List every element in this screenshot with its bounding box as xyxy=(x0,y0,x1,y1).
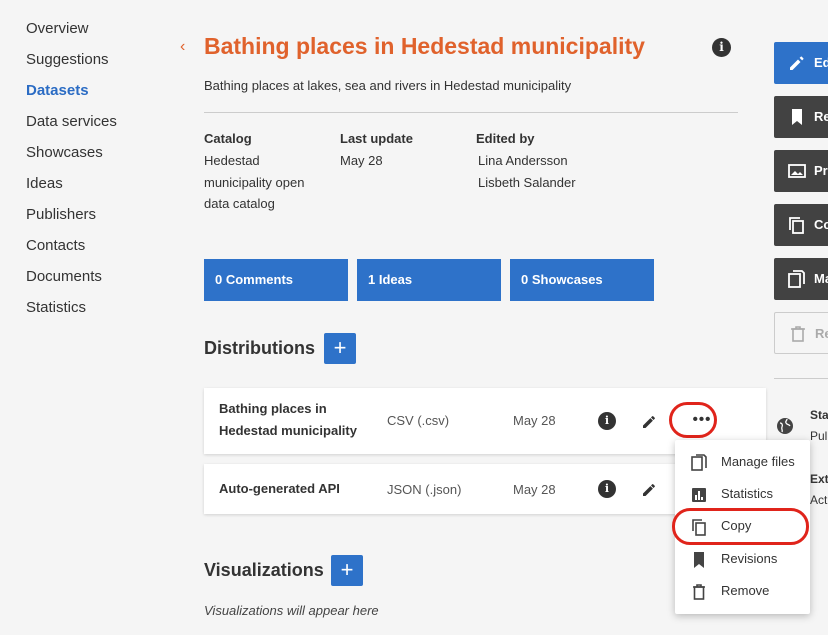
sidebar-item-contacts[interactable]: Contacts xyxy=(26,235,117,266)
distribution-format: JSON (.json) xyxy=(387,482,462,497)
visualizations-heading: Visualizations xyxy=(204,560,324,580)
last-update-value: May 28 xyxy=(340,153,383,168)
back-chevron-icon[interactable]: ‹ xyxy=(180,38,185,56)
distribution-date: May 28 xyxy=(513,482,556,497)
last-update-label: Last update xyxy=(340,131,413,146)
divider xyxy=(204,112,738,113)
dataset-description: Bathing places at lakes, sea and rivers … xyxy=(204,78,572,93)
sidebar-item-overview[interactable]: Overview xyxy=(26,18,117,49)
name-line: Bathing places in xyxy=(219,401,327,416)
menu-item-label: Remove xyxy=(721,583,770,598)
edit-button[interactable]: Ed xyxy=(774,42,828,84)
sidebar-nav: Overview Suggestions Datasets Data servi… xyxy=(26,18,117,328)
action-label: Re xyxy=(814,109,828,124)
distribution-format: CSV (.csv) xyxy=(387,413,450,428)
copy-button[interactable]: Co xyxy=(774,204,828,246)
preview-button[interactable]: Pr xyxy=(774,150,828,192)
menu-item-label: Revisions xyxy=(721,551,778,566)
menu-item-label: Manage files xyxy=(721,454,795,469)
sidebar-item-datasets[interactable]: Datasets xyxy=(26,80,117,111)
remove-button[interactable]: Re xyxy=(774,312,828,354)
name-line: Hedestad municipality xyxy=(219,423,357,438)
catalog-line: Hedestad xyxy=(204,153,260,168)
menu-item-remove[interactable]: Remove xyxy=(675,577,810,605)
add-visualization-button[interactable]: + xyxy=(331,555,363,586)
distribution-name: Bathing places in Hedestad municipality xyxy=(219,398,357,442)
pencil-icon[interactable] xyxy=(640,480,658,498)
sidebar-item-documents[interactable]: Documents xyxy=(26,266,117,297)
menu-item-statistics[interactable]: Statistics xyxy=(675,480,810,508)
files-icon xyxy=(691,454,707,472)
sidebar-item-showcases[interactable]: Showcases xyxy=(26,142,117,173)
pencil-icon[interactable] xyxy=(640,412,658,430)
editor-name: Lisbeth Salander xyxy=(478,174,576,190)
editor-name: Lina Andersson xyxy=(478,153,568,168)
bookmark-icon xyxy=(788,108,806,126)
visualizations-empty-text: Visualizations will appear here xyxy=(204,603,379,618)
distribution-name: Auto-generated API xyxy=(219,481,340,496)
sidebar-item-publishers[interactable]: Publishers xyxy=(26,204,117,235)
highlight-ring xyxy=(672,508,809,545)
highlight-ring xyxy=(669,402,717,438)
catalog-label: Catalog xyxy=(204,131,252,146)
showcases-tile[interactable]: 0 Showcases xyxy=(510,259,654,301)
catalog-line: municipality open xyxy=(204,174,305,190)
info-icon[interactable]: i xyxy=(712,38,731,57)
menu-item-manage-files[interactable]: Manage files xyxy=(675,448,810,476)
sidebar-item-data-services[interactable]: Data services xyxy=(26,111,117,142)
catalog-value[interactable]: Hedestad municipality open data catalog xyxy=(204,150,304,215)
divider xyxy=(774,378,828,379)
menu-item-label: Statistics xyxy=(721,486,774,501)
copy-icon xyxy=(788,216,806,234)
ideas-tile[interactable]: 1 Ideas xyxy=(357,259,501,301)
pencil-icon xyxy=(788,54,806,72)
status-value: Pul xyxy=(810,429,828,443)
extent-label: Ext xyxy=(810,472,828,486)
globe-icon xyxy=(776,417,794,435)
bar-chart-icon xyxy=(691,486,707,504)
sidebar-item-suggestions[interactable]: Suggestions xyxy=(26,49,117,80)
info-icon[interactable]: i xyxy=(598,412,616,430)
action-label: Ed xyxy=(814,55,828,70)
menu-item-revisions[interactable]: Revisions xyxy=(675,545,810,573)
add-distribution-button[interactable]: + xyxy=(324,333,356,364)
page-title: Bathing places in Hedestad municipality xyxy=(204,33,645,59)
files-icon xyxy=(788,270,806,288)
trash-icon xyxy=(789,325,807,343)
sidebar-item-ideas[interactable]: Ideas xyxy=(26,173,117,204)
action-label: Ma xyxy=(814,271,828,286)
action-label: Re xyxy=(815,326,828,341)
revisions-button[interactable]: Re xyxy=(774,96,828,138)
trash-icon xyxy=(691,583,707,601)
manage-button[interactable]: Ma xyxy=(774,258,828,300)
edited-by-value: Lina Andersson Lisbeth Salander xyxy=(478,150,576,193)
distributions-heading: Distributions xyxy=(204,338,315,358)
action-label: Co xyxy=(814,217,828,232)
action-label: Pr xyxy=(814,163,828,178)
sidebar-item-statistics[interactable]: Statistics xyxy=(26,297,117,328)
comments-tile[interactable]: 0 Comments xyxy=(204,259,348,301)
info-icon[interactable]: i xyxy=(598,480,616,498)
image-icon xyxy=(788,162,806,180)
catalog-line: data catalog xyxy=(204,196,275,211)
extent-value: Act xyxy=(810,493,828,507)
page: Overview Suggestions Datasets Data servi… xyxy=(0,0,828,635)
bookmark-icon xyxy=(691,551,707,569)
status-label: Sta xyxy=(810,408,828,422)
distribution-date: May 28 xyxy=(513,413,556,428)
edited-by-label: Edited by xyxy=(476,131,535,146)
